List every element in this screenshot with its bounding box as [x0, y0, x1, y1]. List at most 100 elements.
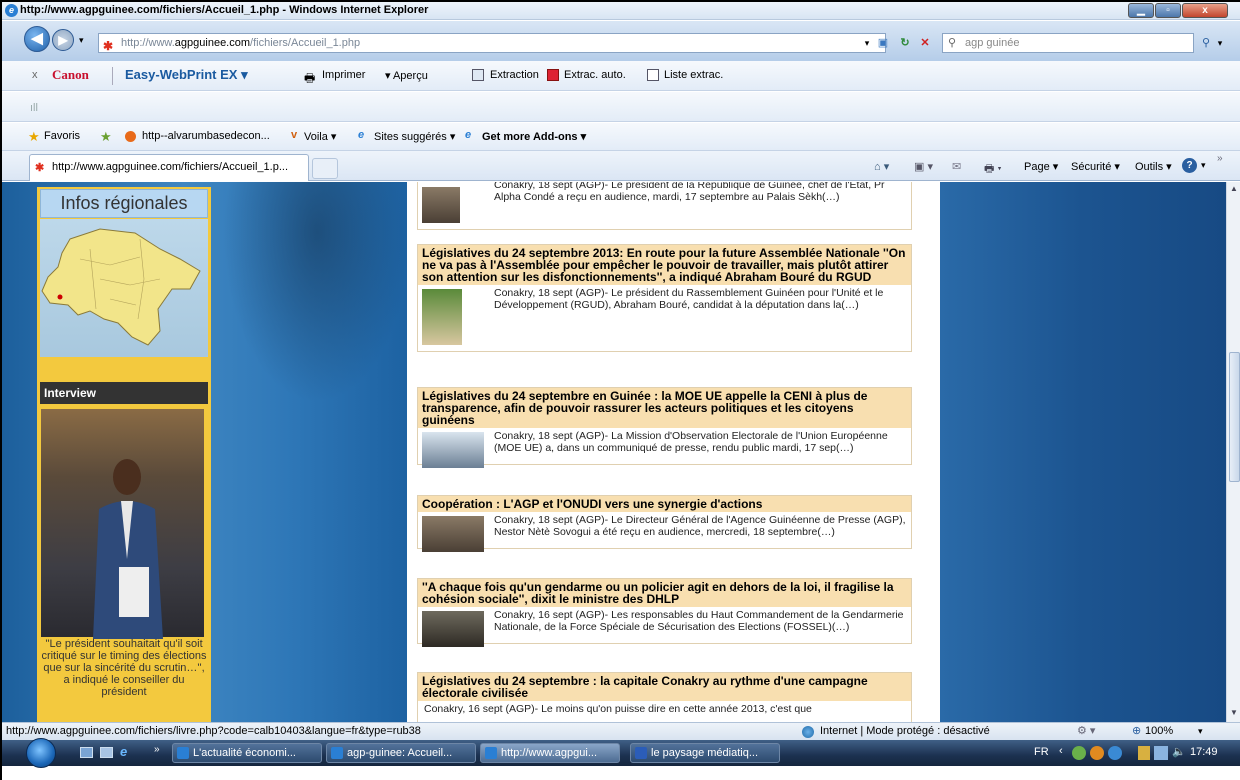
feeds-icon[interactable]: ▣ ▾: [914, 160, 933, 173]
article-headline[interactable]: ''A chaque fois qu'un gendarme ou un pol…: [418, 579, 911, 607]
easy-webprint-menu[interactable]: Easy-WebPrint EX ▾: [125, 67, 248, 83]
zoom-icon[interactable]: ⊕: [1132, 723, 1141, 739]
article-body[interactable]: Conakry, 16 sept (AGP)- Les responsables…: [418, 607, 911, 647]
print-button[interactable]: Imprimer: [322, 69, 365, 81]
interview-quote[interactable]: ''Le président souhaitait qu'il soit cri…: [40, 638, 208, 698]
page-menu[interactable]: Page ▾: [1024, 160, 1058, 173]
switch-windows-icon[interactable]: [100, 747, 113, 758]
browser-window: e http://www.agpguinee.com/fichiers/Accu…: [0, 0, 1240, 780]
taskbar-item-label: agp-guinee: Accueil...: [347, 747, 453, 759]
canon-toolbar: x Canon Easy-WebPrint EX ▾ 🖶 Imprimer ▾ …: [2, 61, 1240, 91]
preview-button[interactable]: ▾ Aperçu: [385, 69, 428, 82]
window-title: http://www.agpguinee.com/fichiers/Accuei…: [20, 4, 429, 16]
scroll-down-icon[interactable]: ▼: [1230, 708, 1238, 717]
site-favicon-icon: ✱: [103, 39, 114, 53]
quicklaunch-ie-icon[interactable]: e: [120, 744, 127, 759]
language-indicator[interactable]: FR: [1034, 746, 1049, 758]
article-headline[interactable]: Législatives du 24 septembre 2013: En ro…: [418, 245, 911, 285]
home-icon[interactable]: ⌂ ▾: [874, 160, 889, 173]
favorite-voila[interactable]: Voila ▾: [304, 130, 336, 143]
quicklaunch-overflow-icon[interactable]: »: [154, 744, 160, 755]
favorite-suggested-sites[interactable]: Sites suggérés ▾: [374, 130, 455, 143]
minimize-button[interactable]: ▁: [1128, 3, 1154, 18]
security-zone-label[interactable]: Internet | Mode protégé : désactivé: [820, 723, 990, 739]
favorites-bar: ★ Favoris ★ http--alvarumbasedecon... v …: [2, 123, 1240, 151]
taskbar-item-active[interactable]: http://www.agpgui...: [480, 743, 620, 763]
tray-volume-icon[interactable]: 🔈: [1172, 745, 1186, 758]
taskbar-item[interactable]: le paysage médiatiq...: [630, 743, 780, 763]
tray-network-icon[interactable]: [1154, 746, 1168, 760]
interview-title[interactable]: Interview: [40, 382, 208, 404]
security-menu[interactable]: Sécurité ▾: [1071, 160, 1120, 173]
tools-menu[interactable]: Outils ▾: [1135, 160, 1172, 173]
interviewee-figure: [93, 459, 163, 639]
refresh-icon[interactable]: ↻: [897, 35, 913, 51]
scrollbar-thumb[interactable]: [1229, 352, 1240, 482]
help-icon[interactable]: ?: [1182, 158, 1197, 173]
tab-active[interactable]: ✱ http://www.agpguinee.com/fichiers/Accu…: [29, 154, 309, 181]
protected-mode-icon[interactable]: ⚙ ▾: [1077, 723, 1095, 739]
search-options-icon[interactable]: ▾: [1214, 35, 1226, 51]
article-summary: Conakry, 18 sept (AGP)- Le président du …: [494, 287, 884, 311]
search-input[interactable]: ⚲ agp guinée: [942, 33, 1194, 53]
article-body[interactable]: Conakry, 18 sept (AGP)- Le président du …: [418, 285, 911, 351]
clock[interactable]: 17:49: [1190, 746, 1218, 758]
guinea-map[interactable]: [40, 219, 208, 357]
new-tab-button[interactable]: [312, 158, 338, 179]
suggested-sites-icon: e: [358, 129, 365, 141]
auto-extract-icon: [547, 69, 559, 81]
article-body[interactable]: Conakry, 18 sept (AGP)- La Mission d'Obs…: [418, 428, 911, 468]
zoom-dropdown-icon[interactable]: ▾: [1198, 723, 1203, 739]
favorites-button[interactable]: Favoris: [44, 130, 80, 142]
url-dropdown-icon[interactable]: ▾: [860, 35, 874, 51]
maximize-button[interactable]: ▫: [1155, 3, 1181, 18]
interview-photo[interactable]: [41, 409, 204, 639]
article-headline[interactable]: Législatives du 24 septembre en Guinée :…: [418, 388, 911, 428]
zoom-level[interactable]: 100%: [1145, 723, 1173, 739]
compatibility-icon[interactable]: ▣: [876, 35, 890, 51]
tray-app-icon[interactable]: [1108, 746, 1122, 760]
scroll-up-icon[interactable]: ▲: [1230, 184, 1238, 193]
tray-expand-icon[interactable]: ‹: [1059, 745, 1063, 757]
article-summary: Conakry, 18 sept (AGP)- La Mission d'Obs…: [494, 430, 888, 454]
tab-favicon-icon: ✱: [35, 162, 45, 174]
show-desktop-icon[interactable]: [80, 747, 93, 758]
search-icon[interactable]: ⚲: [1198, 35, 1214, 51]
article-item: Conakry, 18 sept (AGP)- Le président de …: [417, 182, 912, 230]
list-icon: [647, 69, 659, 81]
article-body[interactable]: Conakry, 18 sept (AGP)- Le président de …: [418, 182, 911, 229]
favorite-link-alvarumba[interactable]: http--alvarumbasedecon...: [142, 130, 270, 142]
article-body[interactable]: Conakry, 18 sept (AGP)- Le Directeur Gén…: [418, 512, 911, 552]
close-button[interactable]: x: [1182, 3, 1228, 18]
forward-button[interactable]: ▶: [52, 29, 74, 51]
add-favorite-icon[interactable]: ★: [100, 129, 112, 145]
back-button[interactable]: ◀: [24, 26, 50, 52]
article-item: Législatives du 24 septembre : la capita…: [417, 672, 912, 722]
url-input[interactable]: ✱ http://www.agpguinee.com/fichiers/Accue…: [98, 33, 886, 53]
taskbar-item[interactable]: L'actualité économi...: [172, 743, 322, 763]
regional-news-title[interactable]: Infos régionales: [40, 189, 208, 218]
toolbar-close-button[interactable]: x: [32, 69, 38, 81]
article-body[interactable]: Conakry, 16 sept (AGP)- Le moins qu'on p…: [418, 701, 911, 722]
tab-bar: ✱ http://www.agpguinee.com/fichiers/Accu…: [2, 151, 1240, 181]
history-dropdown-icon[interactable]: ▾: [79, 35, 84, 46]
tray-app-icon[interactable]: [1072, 746, 1086, 760]
print-icon[interactable]: 🖶 ▾: [984, 160, 1002, 179]
tray-app-icon[interactable]: [1090, 746, 1104, 760]
stop-icon[interactable]: ✕: [917, 35, 933, 51]
vertical-scrollbar[interactable]: ▲ ▼: [1226, 182, 1240, 722]
start-button[interactable]: [26, 738, 56, 768]
article-headline[interactable]: Législatives du 24 septembre : la capita…: [418, 673, 911, 701]
favorite-get-addons[interactable]: Get more Add-ons ▾: [482, 130, 586, 143]
article-summary: Conakry, 16 sept (AGP)- Le moins qu'on p…: [424, 703, 812, 715]
overflow-chevron-icon[interactable]: »: [1217, 153, 1223, 164]
extract-list-button[interactable]: Liste extrac.: [664, 69, 723, 81]
tray-power-icon[interactable]: [1138, 746, 1150, 760]
help-dropdown-icon[interactable]: ▾: [1201, 160, 1206, 171]
mail-icon[interactable]: ✉: [952, 160, 961, 173]
article-headline[interactable]: Coopération : L'AGP et l'ONUDI vers une …: [418, 496, 911, 512]
taskbar-item[interactable]: agp-guinee: Accueil...: [326, 743, 476, 763]
article-item: Législatives du 24 septembre 2013: En ro…: [417, 244, 912, 352]
extraction-button[interactable]: Extraction: [490, 69, 539, 81]
auto-extract-button[interactable]: Extrac. auto.: [564, 69, 626, 81]
